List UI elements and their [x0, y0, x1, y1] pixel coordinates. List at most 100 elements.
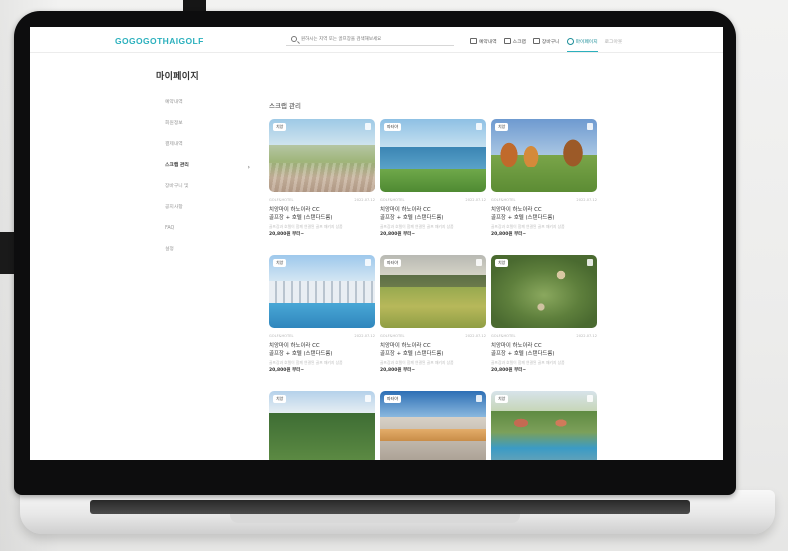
nav-reservations[interactable]: 예약내역: [470, 35, 497, 47]
bookmark-icon[interactable]: [365, 395, 371, 402]
card-thumbnail[interactable]: 파타야: [380, 391, 486, 460]
sidebar-item-cart[interactable]: 장바구니 및: [165, 181, 260, 202]
card-category: GOLF&HOTEL: [269, 198, 294, 202]
scrap-card[interactable]: 치앙 GOLF&HOTEL 2022.07.12 치앙마이 하노이라 CC 골프…: [269, 119, 375, 238]
bookmark-icon[interactable]: [587, 395, 593, 402]
card-title: 치앙마이 하노이라 CC: [491, 343, 542, 349]
card-price: 20,800원 부터~: [491, 368, 527, 373]
scrap-card[interactable]: 파타야 GOLF&HOTEL 2022.07.12 치앙마이 하노이라 CC 골…: [380, 119, 486, 238]
scrap-card[interactable]: 파타야 GOLF&HOTEL 2022.07.12 치앙마이 하노이라 CC 골…: [380, 255, 486, 374]
nav-mypage[interactable]: 마이페이지: [566, 35, 598, 52]
site-logo[interactable]: GOGOGOTHAIGOLF: [115, 36, 204, 46]
sidebar-item-label: 결제내역: [165, 142, 183, 147]
laptop-hinge: [90, 500, 690, 514]
bookmark-icon[interactable]: [587, 259, 593, 266]
card-meta: GOLF&HOTEL 2022.07.12: [380, 334, 486, 340]
page-title: 마이페이지: [156, 72, 199, 82]
sidebar-item-settings[interactable]: 설정: [165, 244, 260, 265]
region-badge: 파타야: [384, 123, 402, 131]
card-description: 골프장과 호텔이 함께 연결된 골프 패키지 상품: [491, 360, 565, 365]
card-subtitle: 골프장 + 호텔 (스탠다드룸): [380, 350, 444, 357]
card-thumbnail[interactable]: 치앙: [269, 255, 375, 328]
region-badge: 파타야: [384, 395, 402, 403]
region-badge: 치앙: [273, 123, 287, 131]
bookmark-icon[interactable]: [476, 123, 482, 130]
sidebar-item-reservations[interactable]: 예약내역: [165, 97, 260, 118]
chevron-right-icon: ›: [247, 164, 250, 171]
card-thumbnail[interactable]: 치앙: [491, 255, 597, 328]
card-category: GOLF&HOTEL: [380, 198, 405, 202]
laptop-screen: GOGOGOTHAIGOLF 예약내역 스크랩 장바구니 마이페이지: [30, 27, 723, 460]
cart-icon: [532, 38, 540, 44]
search-input[interactable]: [301, 34, 451, 45]
user-icon: [566, 37, 574, 45]
card-price: 20,800원 부터~: [269, 232, 305, 237]
bookmark-icon[interactable]: [476, 259, 482, 266]
card-category: GOLF&HOTEL: [491, 334, 516, 338]
region-badge: 파타야: [384, 259, 402, 267]
region-badge: 치앙: [495, 123, 509, 131]
card-meta: GOLF&HOTEL 2022.07.12: [269, 334, 375, 340]
bookmark-icon[interactable]: [365, 259, 371, 266]
sidebar-item-notices[interactable]: 공지사항: [165, 202, 260, 223]
scrap-card[interactable]: 파타야: [380, 391, 486, 460]
sidebar-item-faq[interactable]: FAQ: [165, 223, 260, 244]
card-thumbnail[interactable]: 치앙: [491, 119, 597, 192]
region-badge: 치앙: [495, 395, 509, 403]
card-thumbnail[interactable]: 파타야: [380, 255, 486, 328]
card-description: 골프장과 호텔이 함께 연결된 골프 패키지 상품: [269, 360, 343, 365]
card-price: 20,800원 부터~: [491, 232, 527, 237]
card-category: GOLF&HOTEL: [269, 334, 294, 338]
sidebar-item-payments[interactable]: 결제내역: [165, 139, 260, 160]
card-meta: GOLF&HOTEL 2022.07.12: [269, 198, 375, 204]
card-title: 치앙마이 하노이라 CC: [269, 343, 320, 349]
card-description: 골프장과 호텔이 함께 연결된 골프 패키지 상품: [380, 224, 454, 229]
nav-scrap[interactable]: 스크랩: [503, 35, 526, 47]
scrap-card[interactable]: 치앙 GOLF&HOTEL 2022.07.12 치앙마이 하노이라 CC 골프…: [269, 255, 375, 374]
nav-cart[interactable]: 장바구니: [532, 35, 560, 47]
top-navigation-bar: GOGOGOTHAIGOLF 예약내역 스크랩 장바구니 마이페이지: [30, 27, 723, 53]
nav-reservations-label: 예약내역: [479, 39, 497, 45]
bookmark-icon[interactable]: [365, 123, 371, 130]
nav-cart-label: 장바구니: [541, 39, 560, 45]
card-thumbnail[interactable]: 치앙: [491, 391, 597, 460]
card-category: GOLF&HOTEL: [380, 334, 405, 338]
card-thumbnail[interactable]: 치앙: [269, 391, 375, 460]
scrap-card[interactable]: 치앙: [269, 391, 375, 460]
card-thumbnail[interactable]: 치앙: [269, 119, 375, 192]
card-title: 치앙마이 하노이라 CC: [491, 207, 542, 213]
card-meta: GOLF&HOTEL 2022.07.12: [491, 334, 597, 340]
bookmark-icon[interactable]: [476, 395, 482, 402]
search-bar: [286, 34, 454, 46]
card-date: 2022.07.12: [465, 334, 486, 338]
section-title: 스크랩 관리: [269, 102, 301, 110]
card-title: 치앙마이 하노이라 CC: [380, 343, 431, 349]
card-subtitle: 골프장 + 호텔 (스탠다드룸): [380, 214, 444, 221]
nav-mypage-label: 마이페이지: [575, 39, 598, 45]
card-date: 2022.07.12: [576, 198, 597, 202]
sidebar-item-scrap[interactable]: 스크랩 관리 ›: [165, 160, 260, 181]
sidebar-item-label: 회원정보: [165, 121, 183, 126]
header-nav: 예약내역 스크랩 장바구니 마이페이지 로그아웃: [470, 35, 623, 52]
laptop-notch: [230, 514, 520, 523]
card-description: 골프장과 호텔이 함께 연결된 골프 패키지 상품: [380, 360, 454, 365]
bookmark-icon[interactable]: [587, 123, 593, 130]
card-subtitle: 골프장 + 호텔 (스탠다드룸): [269, 350, 333, 357]
nav-scrap-label: 스크랩: [512, 39, 526, 45]
scrap-card[interactable]: 치앙 GOLF&HOTEL 2022.07.12 치앙마이 하노이라 CC 골프…: [491, 255, 597, 374]
sidebar-item-member-info[interactable]: 회원정보: [165, 118, 260, 139]
sidebar-item-label: 공지사항: [165, 205, 183, 210]
scrap-card[interactable]: 치앙: [491, 391, 597, 460]
nav-logout[interactable]: 로그아웃: [605, 35, 623, 47]
card-price: 20,800원 부터~: [380, 368, 416, 373]
card-date: 2022.07.12: [354, 334, 375, 338]
scrap-card[interactable]: 치앙 GOLF&HOTEL 2022.07.12 치앙마이 하노이라 CC 골프…: [491, 119, 597, 238]
card-thumbnail[interactable]: 파타야: [380, 119, 486, 192]
search-icon[interactable]: [291, 36, 297, 42]
card-title: 치앙마이 하노이라 CC: [380, 207, 431, 213]
card-date: 2022.07.12: [576, 334, 597, 338]
region-badge: 치앙: [273, 259, 287, 267]
card-meta: GOLF&HOTEL 2022.07.12: [380, 198, 486, 204]
card-price: 20,800원 부터~: [269, 368, 305, 373]
sidebar-item-label: 예약내역: [165, 100, 183, 105]
